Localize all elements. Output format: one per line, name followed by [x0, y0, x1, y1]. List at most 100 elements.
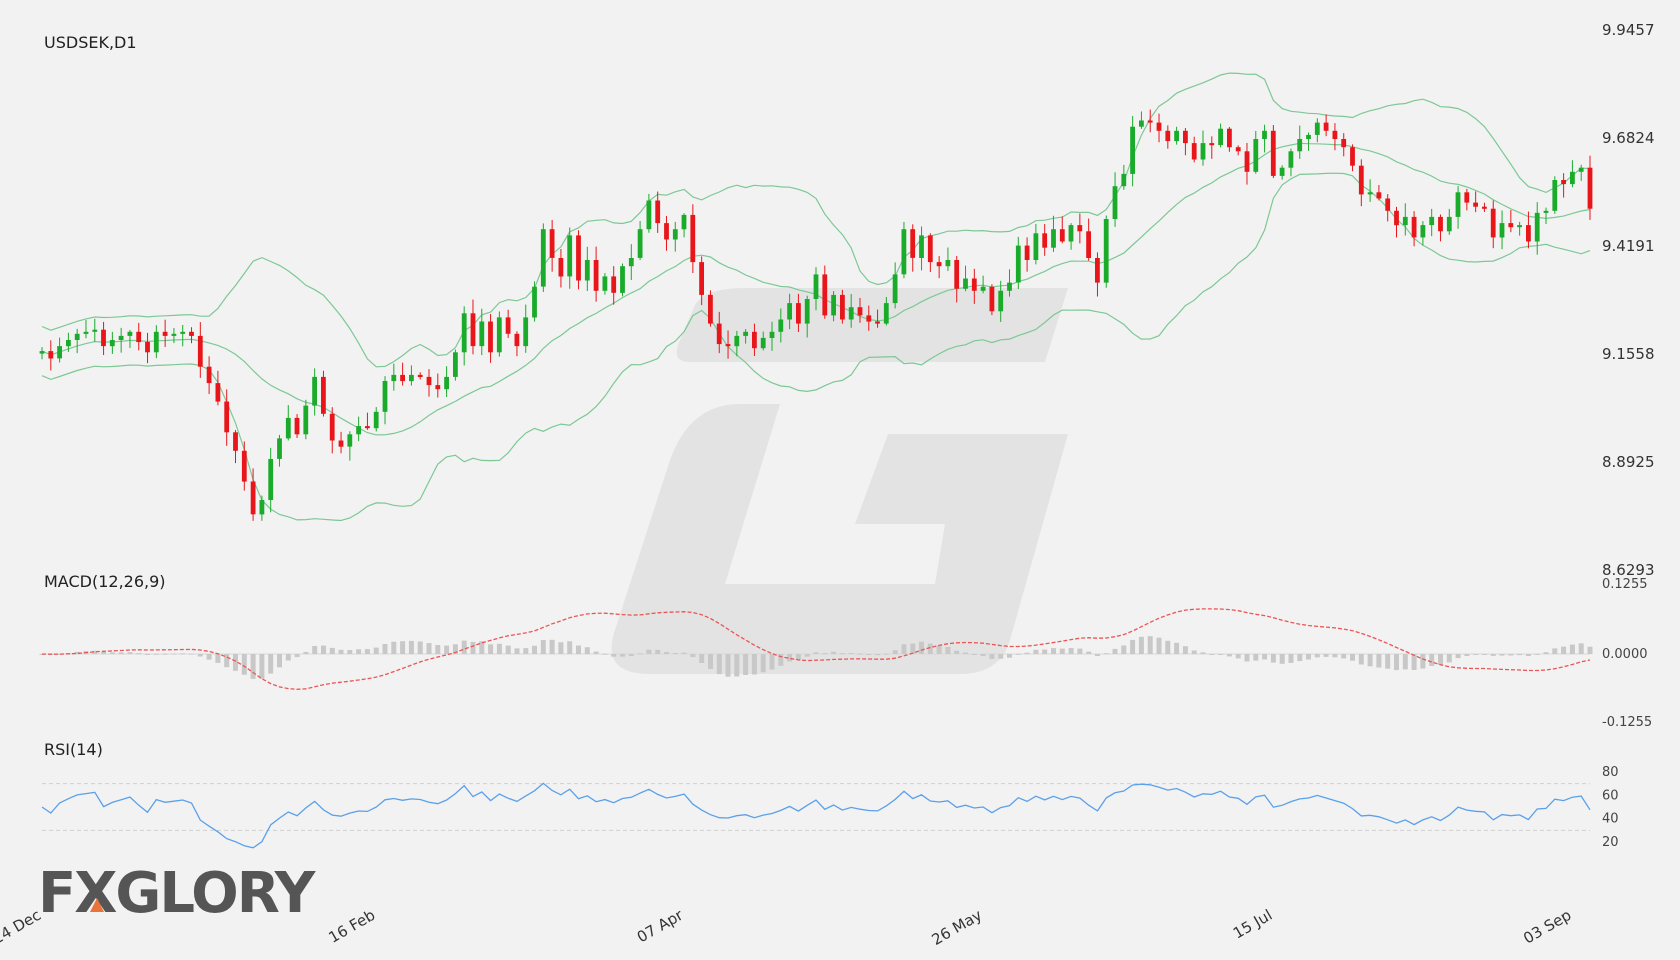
macd-histogram-bar — [364, 649, 370, 654]
macd-histogram-bar — [1051, 648, 1056, 654]
macd-histogram-bar — [400, 641, 406, 654]
macd-histogram-bar — [602, 653, 608, 655]
price-tick-label: 8.8925 — [1602, 453, 1655, 471]
candle-body — [1077, 225, 1083, 232]
candle-body — [92, 329, 98, 332]
macd-histogram-bar — [312, 646, 318, 654]
candle-body — [118, 335, 124, 340]
candle-body — [453, 352, 458, 377]
candle — [1139, 111, 1144, 129]
macd-histogram-bar — [417, 641, 423, 654]
candle-body — [1473, 202, 1478, 207]
candle — [1165, 125, 1171, 149]
macd-histogram-bar — [1543, 652, 1549, 654]
candle-body — [778, 319, 784, 332]
candle — [1482, 202, 1487, 212]
macd-histogram-bar — [1376, 654, 1382, 668]
candle — [1095, 252, 1100, 297]
macd-histogram-bar — [1086, 651, 1092, 654]
candle — [1130, 116, 1135, 187]
candle — [919, 226, 924, 271]
candle — [250, 468, 256, 521]
candle-body — [329, 413, 335, 441]
candle — [461, 306, 467, 366]
candle-body — [338, 440, 344, 447]
candle-body — [303, 405, 309, 435]
candle-body — [558, 258, 564, 277]
candle-body — [1341, 139, 1347, 148]
candle — [136, 322, 142, 351]
macd-histogram-bar — [171, 653, 177, 655]
candle-body — [760, 337, 766, 349]
macd-histogram-bar — [743, 654, 749, 675]
candle — [1235, 145, 1241, 156]
macd-histogram-bar — [1534, 653, 1540, 655]
candle — [1077, 213, 1083, 244]
candle-body — [444, 376, 449, 390]
candle — [285, 405, 291, 441]
candle-body — [241, 450, 247, 482]
candle — [347, 431, 353, 461]
candle-body — [1244, 151, 1250, 172]
candle-body — [189, 331, 194, 336]
macd-histogram-bar — [1473, 654, 1479, 655]
macd-histogram-bar — [804, 654, 810, 657]
candle — [532, 281, 537, 322]
macd-histogram-bar — [1464, 654, 1470, 656]
candle-body — [1015, 245, 1021, 283]
candle-body — [584, 260, 590, 281]
candle-body — [145, 342, 150, 353]
candle — [1174, 126, 1179, 145]
macd-histogram-bar — [1218, 654, 1224, 655]
macd-histogram-bar — [1112, 648, 1118, 654]
macd-histogram-bar — [1174, 642, 1180, 654]
candle — [365, 412, 370, 430]
macd-histogram-bar — [910, 643, 916, 654]
candle-body — [567, 235, 573, 277]
date-tick-label: 03 Sep — [1520, 906, 1574, 948]
candle-body — [532, 286, 537, 318]
macd-histogram-bar — [1209, 654, 1215, 655]
candle-body — [1482, 206, 1487, 209]
candle — [927, 233, 933, 272]
candle — [1200, 130, 1206, 166]
macd-histogram-bar — [259, 654, 265, 679]
macd-histogram-bar — [1402, 654, 1408, 670]
candle — [1042, 224, 1048, 256]
candle-body — [470, 313, 476, 347]
candle-body — [813, 274, 819, 299]
macd-histogram-bar — [1438, 654, 1443, 665]
candle-body — [1147, 120, 1153, 123]
candle — [145, 332, 150, 364]
candle-body — [690, 214, 696, 263]
candle-body — [48, 351, 54, 359]
candle-body — [1570, 171, 1575, 185]
macd-histogram-bar — [1314, 654, 1320, 658]
candle — [664, 215, 669, 251]
candle — [1543, 207, 1549, 225]
candle-body — [1121, 173, 1127, 187]
candle — [1306, 132, 1311, 151]
macd-histogram-bar — [1420, 654, 1426, 669]
candle-body — [1103, 219, 1109, 283]
candle — [303, 399, 309, 440]
macd-histogram-bar — [936, 645, 942, 654]
candle — [118, 327, 124, 353]
candle-body — [1350, 147, 1355, 166]
candle — [1420, 221, 1426, 246]
candle — [1059, 216, 1065, 244]
macd-histogram-bar — [1024, 652, 1030, 654]
candle — [1358, 159, 1364, 207]
macd-histogram-bar — [1077, 648, 1083, 654]
candle-body — [708, 294, 713, 324]
candle-body — [549, 229, 555, 258]
chart-title: USDSEK,D1 — [44, 33, 137, 52]
candle-body — [277, 438, 282, 459]
macd-histogram-bar — [435, 645, 441, 654]
macd-histogram-bar — [1358, 654, 1364, 665]
candle — [426, 369, 432, 397]
macd-histogram-bar — [1367, 654, 1373, 667]
candle — [1244, 142, 1250, 185]
candle-body — [83, 331, 89, 334]
candle-body — [435, 385, 441, 390]
